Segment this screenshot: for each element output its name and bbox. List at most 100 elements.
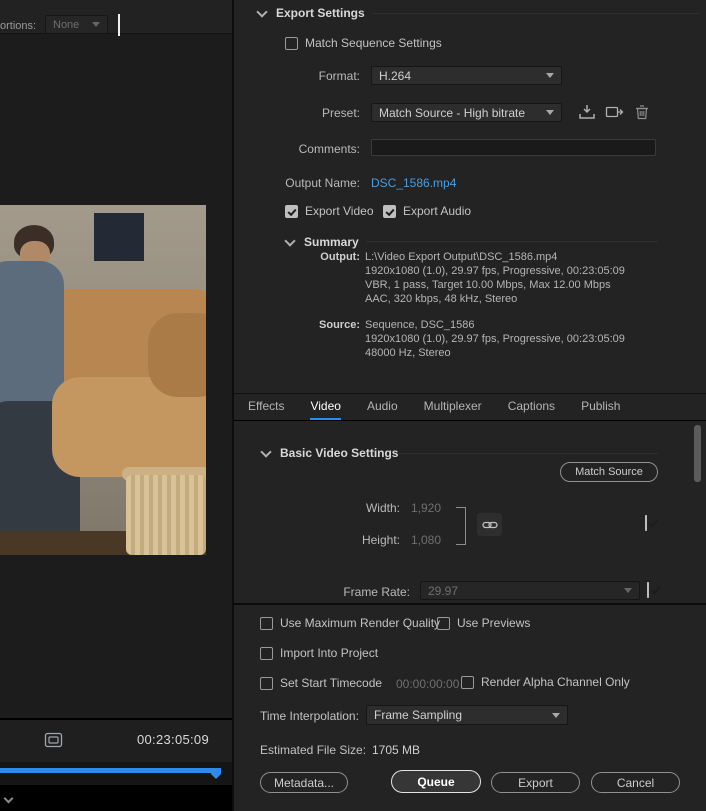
trash-icon <box>636 105 648 120</box>
queue-button[interactable]: Queue <box>391 770 481 793</box>
time-interpolation-label: Time Interpolation: <box>260 709 359 723</box>
preset-value: Match Source - High bitrate <box>379 105 526 120</box>
chevron-down-icon <box>552 712 560 718</box>
format-label: Format: <box>318 69 360 83</box>
summary-output-line: L:\Video Export Output\DSC_1586.mp4 <box>365 251 558 263</box>
tab-audio[interactable]: Audio <box>367 394 398 420</box>
set-start-timecode-checkbox[interactable] <box>260 676 273 690</box>
save-preset-icon <box>579 105 595 119</box>
import-preset-icon <box>605 106 624 118</box>
crop-proportions-value: None <box>53 18 80 31</box>
height-label: Height: <box>361 533 400 547</box>
basic-video-settings-title: Basic Video Settings <box>280 446 399 460</box>
frame-rate-label: Frame Rate: <box>343 585 410 599</box>
use-previews-checkbox[interactable] <box>437 616 450 630</box>
save-preset-button[interactable] <box>578 103 596 121</box>
metadata-button[interactable]: Metadata... <box>260 772 348 793</box>
basic-video-settings-header[interactable]: Basic Video Settings <box>260 445 399 460</box>
estimated-size-value: 1705 MB <box>372 743 421 757</box>
playback-progress-bar[interactable] <box>0 768 214 773</box>
progress-track <box>0 762 232 785</box>
delete-preset-button[interactable] <box>634 103 650 121</box>
match-sequence-checkbox[interactable] <box>285 36 298 50</box>
start-timecode-value[interactable]: 00:00:00:00 <box>396 677 459 691</box>
header-rule <box>372 13 700 14</box>
render-alpha-checkbox[interactable] <box>461 675 474 689</box>
bottom-left-strip <box>0 785 232 811</box>
render-alpha-row[interactable]: Render Alpha Channel Only <box>461 675 630 689</box>
frame-rate-dropdown[interactable]: 29.97 <box>420 581 640 600</box>
summary-rule <box>366 241 658 242</box>
format-dropdown[interactable]: H.264 <box>371 66 562 85</box>
preset-label: Preset: <box>321 106 360 120</box>
summary-source-line: 48000 Hz, Stereo <box>365 347 451 359</box>
chevron-down-icon <box>260 445 272 458</box>
chevron-down-icon <box>624 588 632 593</box>
set-start-timecode-row[interactable]: Set Start Timecode <box>260 676 382 690</box>
summary-header[interactable]: Summary <box>284 234 359 249</box>
export-video-checkbox[interactable] <box>285 204 298 218</box>
set-start-timecode-label: Set Start Timecode <box>280 676 383 690</box>
summary-source-label: Source: <box>319 319 360 331</box>
cancel-button[interactable]: Cancel <box>591 772 680 793</box>
export-audio-label: Export Audio <box>403 204 472 218</box>
chevron-down-icon <box>546 110 554 115</box>
output-name-label: Output Name: <box>285 176 360 190</box>
import-into-project-label: Import Into Project <box>280 646 379 660</box>
preset-dropdown[interactable]: Match Source - High bitrate <box>371 103 562 122</box>
summary-title: Summary <box>304 235 359 249</box>
width-value: 1,920 <box>411 501 442 515</box>
format-value: H.264 <box>379 68 412 83</box>
comments-input[interactable] <box>371 139 656 156</box>
tab-video[interactable]: Video <box>310 394 341 420</box>
export-settings-title: Export Settings <box>276 6 365 20</box>
use-previews-row[interactable]: Use Previews <box>437 616 530 630</box>
tab-publish[interactable]: Publish <box>581 394 620 420</box>
match-source-button[interactable]: Match Source <box>560 462 658 482</box>
zoom-level-dropdown[interactable] <box>3 791 21 805</box>
tab-multiplexer[interactable]: Multiplexer <box>424 394 482 420</box>
preview-timecode: 00:23:05:09 <box>137 732 209 747</box>
chevron-down-icon <box>92 22 100 27</box>
import-into-project-row[interactable]: Import Into Project <box>260 646 378 660</box>
frame-rate-match-checkbox[interactable] <box>647 582 649 598</box>
tabs-bottom-rule <box>234 420 706 421</box>
crop-proportions-dropdown[interactable]: None <box>45 15 108 34</box>
fit-frame-button[interactable] <box>42 730 64 750</box>
summary-source-line: 1920x1080 (1.0), 29.97 fps, Progressive,… <box>365 333 625 345</box>
use-max-render-row[interactable]: Use Maximum Render Quality <box>260 616 440 630</box>
render-alpha-label: Render Alpha Channel Only <box>481 675 630 689</box>
scrollbar-thumb[interactable] <box>694 425 701 482</box>
chevron-down-icon <box>284 234 296 247</box>
use-max-render-label: Use Maximum Render Quality <box>280 616 441 630</box>
comments-label: Comments: <box>298 142 360 156</box>
summary-output-line: AAC, 320 kbps, 48 kHz, Stereo <box>365 293 518 305</box>
estimated-size-label: Estimated File Size: <box>260 743 367 757</box>
couch-armrest <box>148 313 206 397</box>
video-preview-frame[interactable] <box>0 205 206 555</box>
dimensions-match-checkbox[interactable] <box>645 515 647 531</box>
use-max-render-checkbox[interactable] <box>260 616 273 630</box>
match-sequence-settings-row[interactable]: Match Sequence Settings <box>285 36 442 50</box>
export-settings-header[interactable]: Export Settings <box>256 5 365 20</box>
tab-captions[interactable]: Captions <box>508 394 555 420</box>
chevron-down-icon <box>546 73 554 78</box>
export-video-label: Export Video <box>305 204 374 218</box>
height-value: 1,080 <box>411 533 442 547</box>
wicker-basket <box>126 475 206 555</box>
chain-link-icon <box>481 521 498 528</box>
frame-rate-value: 29.97 <box>428 583 459 598</box>
link-width-height-button[interactable] <box>477 513 502 536</box>
export-button[interactable]: Export <box>491 772 580 793</box>
tab-effects[interactable]: Effects <box>248 394 284 420</box>
output-name-link[interactable]: DSC_1586.mp4 <box>371 176 456 190</box>
use-previews-label: Use Previews <box>457 616 531 630</box>
summary-output-line: 1920x1080 (1.0), 29.97 fps, Progressive,… <box>365 265 625 277</box>
time-interpolation-dropdown[interactable]: Frame Sampling <box>366 705 568 725</box>
export-audio-row[interactable]: Export Audio <box>383 204 471 218</box>
import-into-project-checkbox[interactable] <box>260 646 273 660</box>
export-audio-checkbox[interactable] <box>383 204 396 218</box>
import-preset-button[interactable] <box>605 103 625 121</box>
export-video-row[interactable]: Export Video <box>285 204 374 218</box>
export-settings-dialog: ortions: None 00:23:05:09 Export Setting… <box>0 0 706 811</box>
